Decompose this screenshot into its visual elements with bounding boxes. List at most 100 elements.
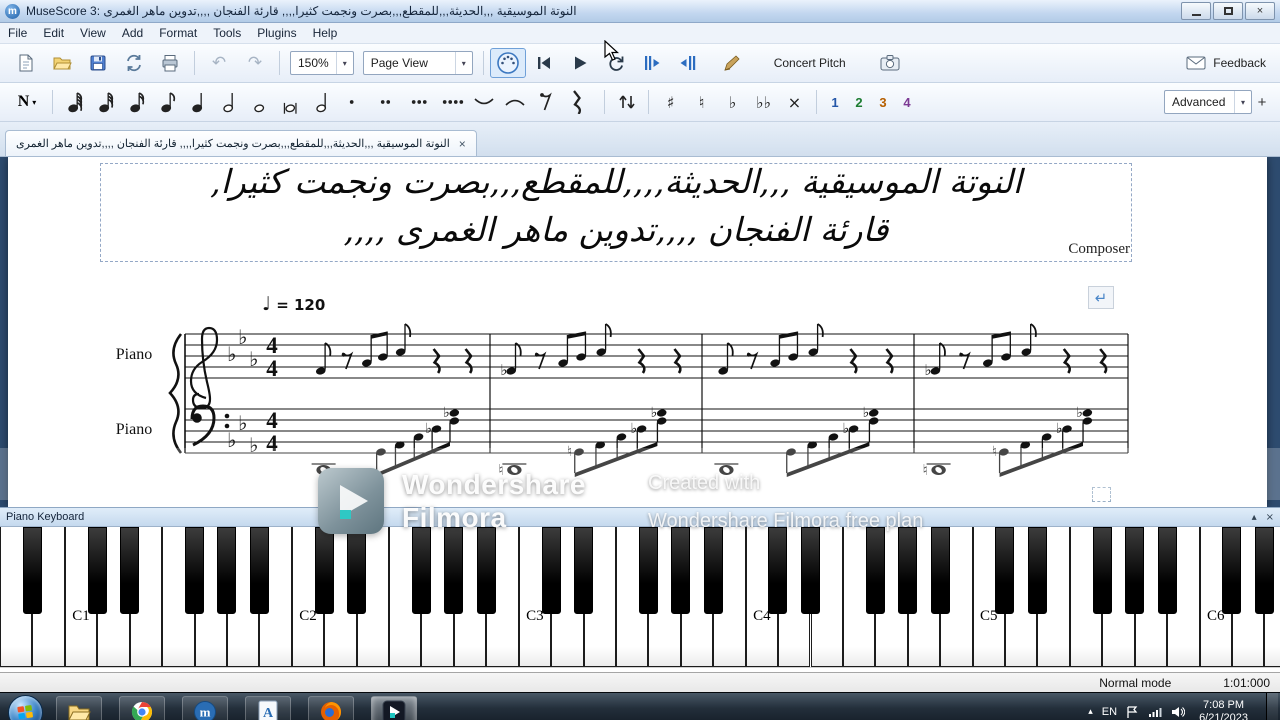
black-key-Gs5[interactable] [1125, 527, 1145, 614]
duration-half-button[interactable] [214, 87, 245, 117]
black-key-Cs2[interactable] [314, 527, 334, 614]
voice-3-button[interactable]: 3 [871, 87, 895, 117]
volume-icon[interactable] [1171, 706, 1186, 718]
tab-close-icon[interactable]: × [459, 137, 466, 151]
menu-item-format[interactable]: Format [151, 24, 205, 42]
black-key-Ds6[interactable] [1254, 527, 1274, 614]
voice-4-button[interactable]: 4 [895, 87, 919, 117]
show-desktop-button[interactable] [1266, 693, 1278, 720]
black-key-As3[interactable] [703, 527, 723, 614]
duration-quarter-button[interactable] [183, 87, 214, 117]
duration-16th-button[interactable] [121, 87, 152, 117]
menu-item-plugins[interactable]: Plugins [249, 24, 304, 42]
rewind-button[interactable] [526, 48, 562, 78]
menu-item-help[interactable]: Help [305, 24, 346, 42]
zoom-select[interactable]: 150% ▾ [290, 51, 354, 75]
duration-longa-button[interactable] [307, 87, 338, 117]
menu-item-file[interactable]: File [0, 24, 35, 42]
midi-input-toggle[interactable] [489, 48, 526, 78]
network-icon[interactable] [1148, 706, 1162, 718]
black-key-Ds3[interactable] [573, 527, 593, 614]
dot-2-button[interactable] [375, 87, 406, 117]
menu-item-view[interactable]: View [72, 24, 114, 42]
black-key-Cs4[interactable] [768, 527, 788, 614]
black-key-Gs1[interactable] [217, 527, 237, 614]
language-indicator[interactable]: EN [1102, 706, 1117, 718]
taskbar-musescore-button[interactable]: m [182, 696, 228, 720]
add-workspace-button[interactable]: + [1252, 94, 1272, 111]
menu-item-tools[interactable]: Tools [205, 24, 249, 42]
rest-button[interactable] [561, 87, 592, 117]
score-tab[interactable]: النوتة الموسيقية ,,,الحديثة,,,للمقطع,,,ب… [5, 130, 477, 156]
image-capture-button[interactable] [872, 48, 908, 78]
voice-1-button[interactable]: 1 [823, 87, 847, 117]
print-button[interactable] [152, 48, 188, 78]
black-key-Gs2[interactable] [444, 527, 464, 614]
taskbar-clock[interactable]: 7:08 PM 6/21/2023 [1194, 699, 1253, 720]
black-key-Gs4[interactable] [898, 527, 918, 614]
black-key-Fs2[interactable] [411, 527, 431, 614]
black-key-As0[interactable] [22, 527, 42, 614]
score-title-line1[interactable]: النوتة الموسيقية ,,,الحديثة,,,,للمقطع,,,… [101, 162, 1131, 201]
duration-breve-button[interactable] [276, 87, 307, 117]
save-button[interactable] [80, 48, 116, 78]
tempo-marking[interactable]: ♩ = 120 [262, 293, 325, 315]
black-key-Ds5[interactable] [1027, 527, 1047, 614]
eighth-rest-button[interactable] [530, 87, 561, 117]
concert-pitch-toggle[interactable]: Concert Pitch [764, 56, 856, 70]
open-button[interactable] [44, 48, 80, 78]
duration-32nd-button[interactable] [90, 87, 121, 117]
double-sharp-button[interactable]: × [779, 87, 810, 117]
window-titlebar[interactable]: m MuseScore 3: النوتة الموسيقية ,,,الحدي… [0, 0, 1280, 23]
black-key-As1[interactable] [249, 527, 269, 614]
section-break-icon[interactable]: ↵ [1088, 286, 1114, 309]
sharp-button[interactable]: ♯ [655, 87, 686, 117]
slur-button[interactable] [499, 87, 530, 117]
taskbar-explorer-button[interactable] [56, 696, 102, 720]
flat-button[interactable]: ♭ [717, 87, 748, 117]
panel-close-icon[interactable]: × [1266, 512, 1274, 523]
black-key-Gs3[interactable] [671, 527, 691, 614]
black-key-Ds4[interactable] [800, 527, 820, 614]
action-center-flag-icon[interactable] [1126, 705, 1139, 719]
panel-collapse-icon[interactable]: ▴ [1252, 512, 1257, 523]
black-key-Fs3[interactable] [638, 527, 658, 614]
composer-label[interactable]: Composer [1000, 241, 1130, 258]
voice-2-button[interactable]: 2 [847, 87, 871, 117]
workspace-select[interactable]: Advanced ▾ [1164, 90, 1252, 114]
taskbar-filmora-button[interactable] [371, 696, 417, 720]
save-online-button[interactable] [116, 48, 152, 78]
black-key-Fs1[interactable] [184, 527, 204, 614]
close-button[interactable]: × [1245, 2, 1275, 20]
menu-item-edit[interactable]: Edit [35, 24, 72, 42]
duration-eighth-button[interactable] [152, 87, 183, 117]
menu-item-add[interactable]: Add [114, 24, 151, 42]
staff2-label[interactable]: Piano [102, 421, 166, 439]
flip-direction-button[interactable] [611, 87, 642, 117]
staff1-label[interactable]: Piano [102, 346, 166, 364]
black-key-Ds1[interactable] [120, 527, 140, 614]
taskbar-word-button[interactable]: A [245, 696, 291, 720]
frame-handle[interactable] [1092, 487, 1111, 502]
dot-1-button[interactable] [344, 87, 375, 117]
piano-keyboard[interactable]: C1 C2 C3 C4 C5 C6 [0, 527, 1280, 667]
black-key-Ds2[interactable] [347, 527, 367, 614]
undo-button[interactable]: ↶ [201, 48, 237, 78]
tie-button[interactable] [468, 87, 499, 117]
loop-out-button[interactable] [670, 48, 706, 78]
black-key-Cs1[interactable] [87, 527, 107, 614]
taskbar-firefox-button[interactable] [308, 696, 354, 720]
note-input-button[interactable]: N ▾ [8, 87, 46, 117]
black-key-Cs3[interactable] [541, 527, 561, 614]
hidden-icons-chevron[interactable]: ▴ [1088, 707, 1093, 717]
black-key-Fs4[interactable] [865, 527, 885, 614]
start-button[interactable] [8, 694, 43, 720]
duration-whole-button[interactable] [245, 87, 276, 117]
black-key-Cs6[interactable] [1222, 527, 1242, 614]
piano-panel-header[interactable]: Piano Keyboard ▴ × [0, 507, 1280, 527]
metronome-button[interactable] [714, 48, 750, 78]
new-score-button[interactable] [8, 48, 44, 78]
view-mode-select[interactable]: Page View ▾ [362, 51, 473, 75]
loop-in-button[interactable] [634, 48, 670, 78]
maximize-button[interactable] [1213, 2, 1243, 20]
